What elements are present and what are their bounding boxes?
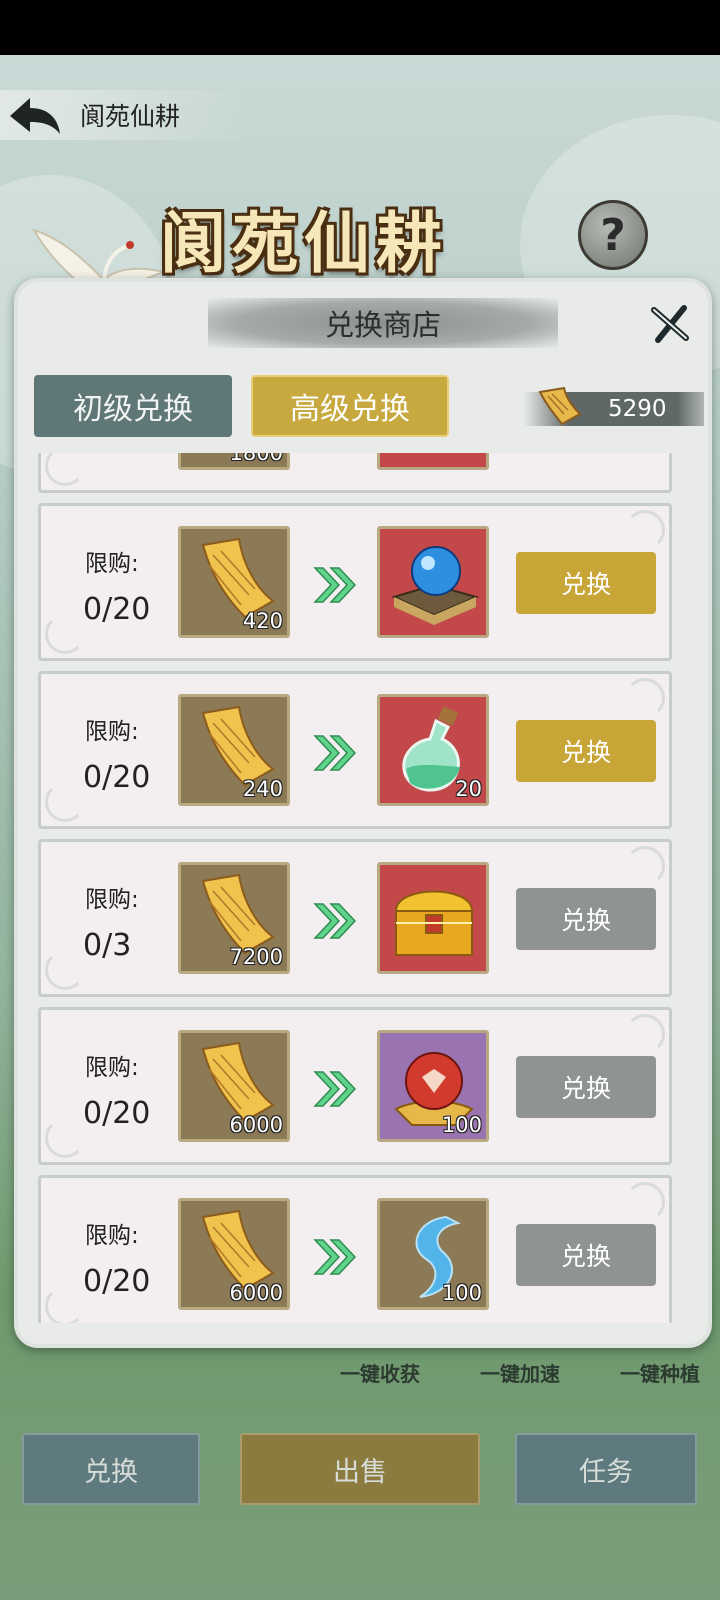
- cost-slot[interactable]: 6000: [178, 1198, 290, 1310]
- help-button[interactable]: ?: [578, 200, 648, 270]
- double-chevron-right-icon: [313, 735, 357, 771]
- exchange-button[interactable]: 兑换: [516, 888, 656, 950]
- reward-slot[interactable]: [377, 453, 489, 470]
- limit-value: 0/20: [83, 760, 151, 795]
- help-icon: ?: [600, 209, 626, 261]
- limit-label: 限购:: [85, 1223, 139, 1249]
- exchange-button[interactable]: 兑换: [516, 552, 656, 614]
- top-bar: 阆苑仙耕: [0, 90, 250, 140]
- tab-advanced-exchange[interactable]: 高级兑换: [251, 375, 449, 437]
- list-item: 限购: 0/3 7200 兑换: [38, 839, 672, 997]
- limit-label: 限购:: [85, 887, 139, 913]
- tab-basic-exchange[interactable]: 初级兑换: [34, 375, 232, 437]
- list-item: 1800: [38, 453, 672, 493]
- cost-amount: 6000: [229, 1113, 283, 1137]
- exchange-list[interactable]: 1800 限购: 0/20 420 兑换 限购: 0/20 240 20 兑换 …: [38, 453, 672, 1323]
- list-item: 限购: 0/20 6000 100 兑换: [38, 1175, 672, 1323]
- close-button[interactable]: [646, 300, 694, 348]
- reward-quantity: 100: [441, 1281, 482, 1305]
- cost-amount: 240: [242, 777, 283, 801]
- currency-amount: 5290: [608, 396, 667, 422]
- limit-label: 限购:: [85, 551, 139, 577]
- back-button[interactable]: [0, 90, 70, 140]
- close-icon: [651, 305, 689, 343]
- bottom-task-button[interactable]: 任务: [515, 1433, 697, 1505]
- reward-slot[interactable]: 20: [377, 694, 489, 806]
- exchange-button[interactable]: 兑换: [516, 1056, 656, 1118]
- one-click-harvest[interactable]: 一键收获: [340, 1358, 420, 1387]
- app-title: 阆苑仙耕: [80, 102, 181, 131]
- reward-quantity: 20: [455, 777, 482, 801]
- back-arrow-icon: [10, 98, 60, 134]
- exchange-button[interactable]: 兑换: [516, 1224, 656, 1286]
- golden-chest-icon: [394, 890, 474, 956]
- bottom-exchange-button[interactable]: 兑换: [22, 1433, 200, 1505]
- limit-label: 限购:: [85, 1055, 139, 1081]
- list-item: 限购: 0/20 420 兑换: [38, 503, 672, 661]
- limit-label: 限购:: [85, 719, 139, 745]
- one-click-speedup[interactable]: 一键加速: [480, 1358, 560, 1387]
- limit-value: 0/20: [83, 1264, 151, 1299]
- cost-slot[interactable]: 420: [178, 526, 290, 638]
- cost-slot[interactable]: 7200: [178, 862, 290, 974]
- double-chevron-right-icon: [313, 903, 357, 939]
- double-chevron-right-icon: [313, 567, 357, 603]
- reward-quantity: 100: [441, 1113, 482, 1137]
- bottom-sell-button[interactable]: 出售: [240, 1433, 480, 1505]
- scroll-currency-icon: [538, 386, 582, 426]
- limit-value: 0/3: [83, 928, 132, 963]
- reward-slot[interactable]: [377, 526, 489, 638]
- list-item: 限购: 0/20 6000 100 兑换: [38, 1007, 672, 1165]
- cost-amount: 1800: [229, 453, 283, 465]
- exchange-button[interactable]: 兑换: [516, 720, 656, 782]
- banner-title: 阆苑仙耕: [160, 204, 448, 282]
- reward-slot[interactable]: 100: [377, 1198, 489, 1310]
- panel-title: 兑换商店: [208, 298, 558, 348]
- reward-slot[interactable]: 100: [377, 1030, 489, 1142]
- cost-slot[interactable]: 6000: [178, 1030, 290, 1142]
- currency-display: 5290: [524, 386, 704, 426]
- blue-orb-pedestal-icon: [391, 546, 479, 625]
- list-item: 限购: 0/20 240 20 兑换: [38, 671, 672, 829]
- cost-amount: 6000: [229, 1281, 283, 1305]
- quick-actions: 一键收获 一键加速 一键种植: [340, 1358, 700, 1387]
- cost-amount: 7200: [229, 945, 283, 969]
- reward-slot[interactable]: [377, 862, 489, 974]
- exchange-shop-panel: 兑换商店 初级兑换 高级兑换 5290 1800 限购: 0/20 420 兑换…: [14, 278, 712, 1348]
- cost-amount: 420: [242, 609, 283, 633]
- limit-value: 0/20: [83, 592, 151, 627]
- game-scene: 阆苑仙耕 阆苑仙耕 ? 兑换商店 初级兑换 高级兑换 5290 1800 限购:…: [0, 55, 720, 1600]
- double-chevron-right-icon: [313, 1239, 357, 1275]
- one-click-plant[interactable]: 一键种植: [620, 1358, 700, 1387]
- limit-value: 0/20: [83, 1096, 151, 1131]
- cost-slot[interactable]: 1800: [178, 453, 290, 470]
- cost-slot[interactable]: 240: [178, 694, 290, 806]
- double-chevron-right-icon: [313, 1071, 357, 1107]
